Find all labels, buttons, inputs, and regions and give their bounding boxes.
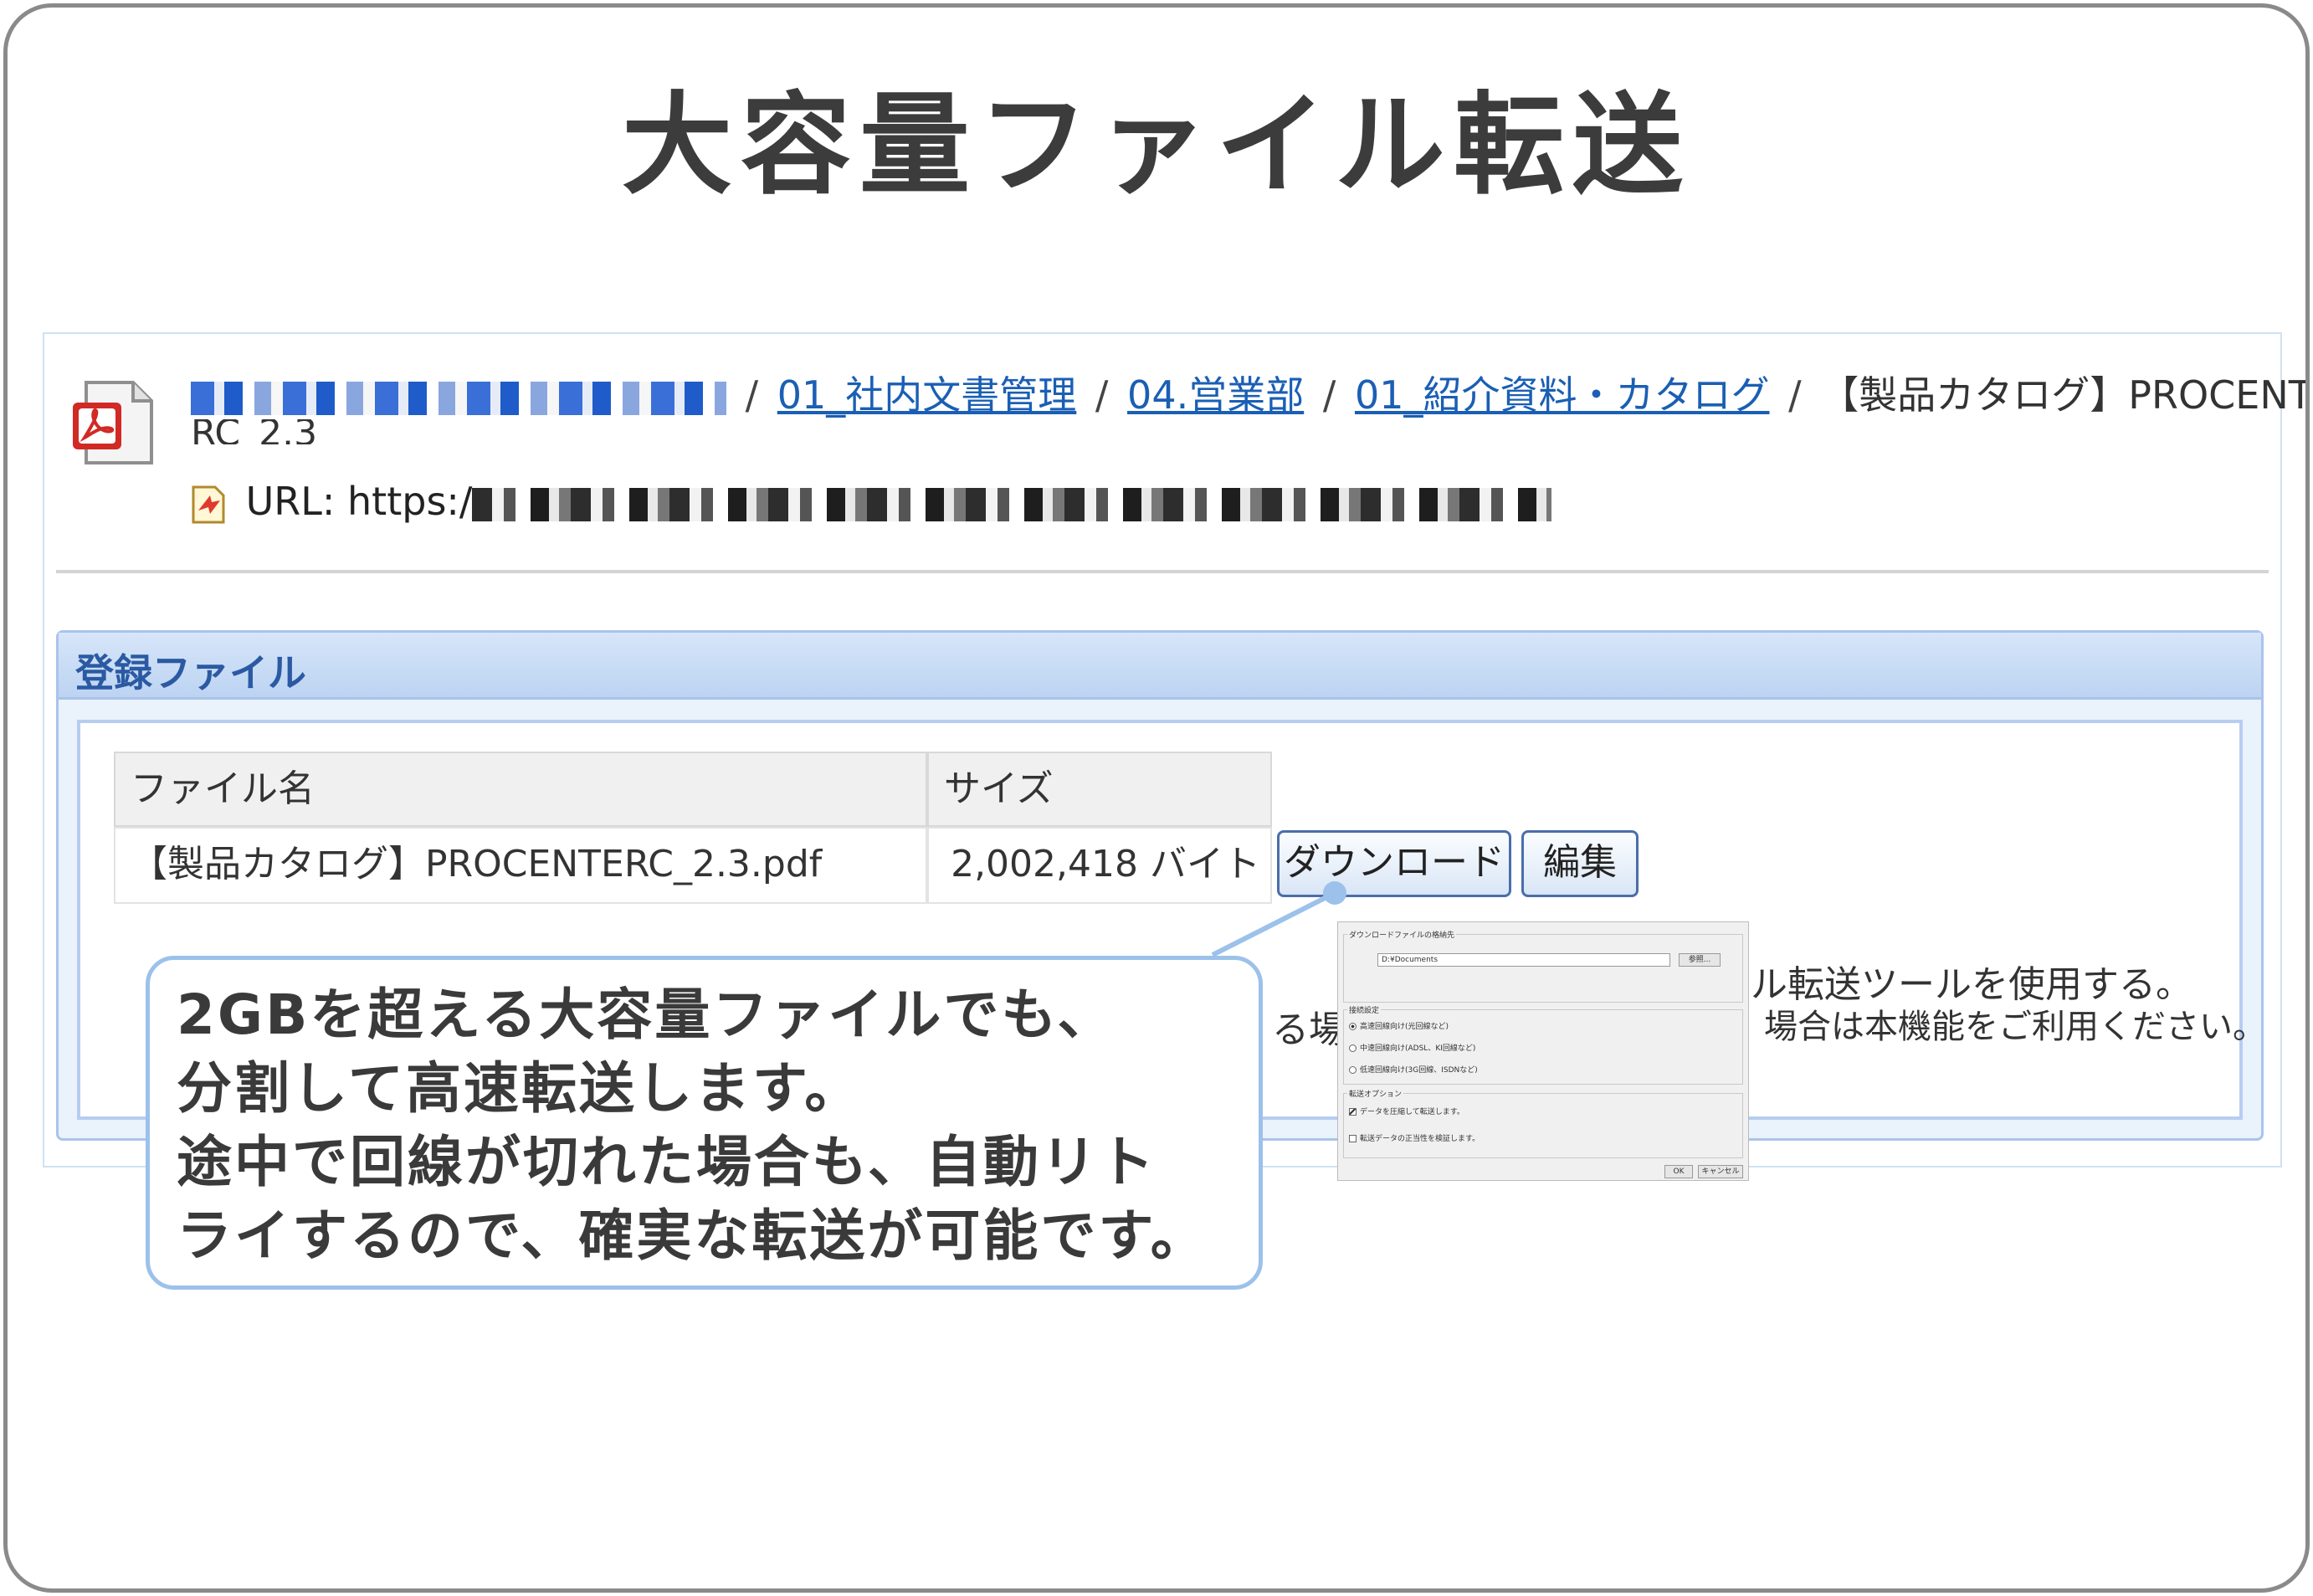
slide-card: 大容量ファイル転送 / 01_社内文書管理 / 04.営業部 / 01_紹介資料…: [3, 3, 2310, 1593]
callout-text: 2GBを超える大容量ファイルでも、 分割して高速転送します。 途中で回線が切れた…: [177, 983, 1208, 1268]
feature-callout: 2GBを超える大容量ファイルでも、 分割して高速転送します。 途中で回線が切れた…: [146, 956, 1263, 1290]
callout-connector: [1211, 881, 1346, 957]
